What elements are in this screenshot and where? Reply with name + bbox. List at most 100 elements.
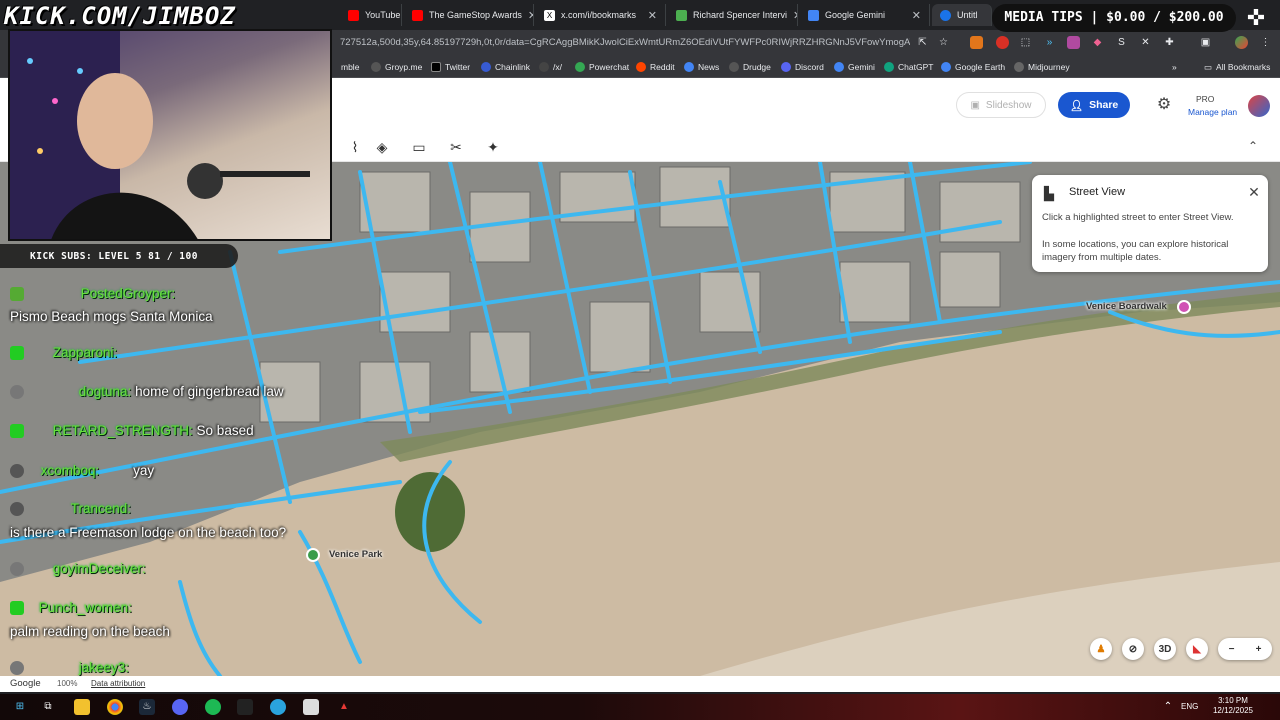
toggle-3d-button[interactable]: 3D [1154,638,1176,660]
kick-icon[interactable] [237,699,253,715]
tab-google-earth-active[interactable]: Untitl [932,4,992,26]
x-extension-icon[interactable]: ✕ [1139,36,1152,49]
close-icon[interactable]: ✕ [793,9,797,22]
bookmark-item[interactable]: ChatGPT [884,60,933,74]
extension-icon[interactable]: ⬚ [1019,36,1032,49]
bookmark-item[interactable]: Reddit [636,60,675,74]
close-icon[interactable]: ✕ [912,9,921,22]
extension-icon[interactable]: S [1115,36,1128,49]
file-explorer-icon[interactable] [74,699,90,715]
bookmark-item[interactable]: mble [341,60,359,74]
extension-icon[interactable]: ◆ [1091,36,1104,49]
share-button[interactable]: 👤︎ Share [1058,92,1130,118]
gemini-sparkle-icon[interactable]: ✦ [483,137,503,157]
bookmark-item[interactable]: Discord [781,60,824,74]
install-app-icon[interactable]: ⇱ [916,36,929,49]
chevron-up-icon[interactable]: ⌃ [1160,699,1176,715]
bookmark-item[interactable]: Midjourney [1014,60,1070,74]
tab-label: Google Gemini [825,10,886,20]
share-label: Share [1089,99,1119,111]
side-panel-icon[interactable]: ▣ [1199,36,1212,49]
menu-kebab-icon[interactable]: ⋮ [1259,36,1272,49]
tab-google-gemini[interactable]: Google Gemini ✕ [800,4,930,26]
language-indicator[interactable]: ENG [1181,702,1198,711]
all-bookmarks[interactable]: ▭ All Bookmarks [1204,60,1270,74]
drudge-icon [729,62,739,72]
steam-icon[interactable]: ♨ [139,699,155,715]
tab-richard-spencer[interactable]: Richard Spencer Intervi ✕ [668,4,798,26]
clock[interactable]: 3:10 PM 12/12/2025 [1208,696,1258,716]
bookmark-item[interactable]: Powerchat [575,60,629,74]
slideshow-button[interactable]: ▣ Slideshow [956,92,1046,118]
spotify-icon[interactable] [205,699,221,715]
extensions-puzzle-icon[interactable]: ✚ [1163,36,1176,49]
measure-ruler-icon[interactable]: ▭ [409,137,429,157]
windows-start-icon[interactable]: ⊞ [12,699,28,715]
chat-text: So based [196,423,254,438]
stream-url-logo: KICK.COM/JIMBOZ [4,2,236,30]
task-view-icon[interactable]: ⧉ [40,699,56,715]
app-icon[interactable]: ▲ [336,699,352,715]
chat-badge-icon [10,346,24,361]
bookmark-item[interactable]: Chainlink [481,60,530,74]
close-icon[interactable]: ✕ [1246,184,1262,200]
tab-label: x.com/i/bookmarks [561,10,637,20]
zoom-out-button[interactable]: − [1229,644,1235,655]
bookmarks-overflow-icon[interactable]: » [1172,60,1177,74]
url-field[interactable]: 727512a,500d,35y,64.85197729h,0t,0r/data… [340,34,910,52]
attraction-pin-icon[interactable] [1177,300,1191,314]
tab-youtube[interactable]: YouTube [340,4,402,26]
google-earth-icon [940,9,951,21]
bookmark-item[interactable]: Groyp.me [371,60,422,74]
park-pin-icon[interactable] [306,548,320,562]
path-tool-icon[interactable]: ⌇ [345,137,365,157]
bookmark-label: Gemini [848,62,875,72]
chat-message: goyimDeceiver: [10,561,146,577]
bookmark-item[interactable]: Drudge [729,60,771,74]
bookmark-item[interactable]: Twitter [431,60,470,74]
bookmark-label: Discord [795,62,824,72]
adblock-extension-icon[interactable] [996,36,1009,49]
chatgpt-icon [884,62,894,72]
chat-message: Punch_women: [10,600,132,616]
tab-gamestop-awards[interactable]: The GameStop Awards ✕ [404,4,534,26]
avatar[interactable] [1248,95,1270,117]
tab-x-bookmarks[interactable]: X x.com/i/bookmarks ✕ [536,4,666,26]
chrome-icon[interactable] [107,699,123,715]
metamask-extension-icon[interactable] [970,36,983,49]
chat-badge-icon [10,424,24,439]
zoom-control: − + [1218,638,1272,660]
extension-icon[interactable] [1067,36,1080,49]
compass-icon[interactable]: ◣ [1186,638,1208,660]
tab-label: The GameStop Awards [429,10,522,20]
profile-avatar-icon[interactable] [1235,36,1248,49]
manage-plan-link[interactable]: Manage plan [1188,107,1237,117]
data-attribution-link[interactable]: Data attribution [91,679,145,688]
chat-message: Trancend: [10,501,131,517]
bookmark-label: /x/ [553,62,562,72]
chevron-up-icon[interactable]: ⌃ [1244,137,1262,155]
bookmark-star-icon[interactable]: ☆ [937,36,950,49]
discord-icon[interactable] [172,699,188,715]
settings-gear-icon[interactable]: ⚙ [1155,96,1173,114]
app-icon[interactable] [303,699,319,715]
close-icon[interactable]: ✕ [648,9,657,22]
place-label-boardwalk[interactable]: Venice Boardwalk [1086,301,1167,312]
street-view-historical-hint: In some locations, you can explore histo… [1042,239,1229,263]
tools-icon[interactable]: ✂ [446,137,466,157]
pegman-icon[interactable]: ♟ [1090,638,1112,660]
close-icon[interactable]: ✕ [528,9,533,22]
bookmark-item[interactable]: Google Earth [941,60,1005,74]
google-logo: Google [10,678,41,689]
bookmark-item[interactable]: News [684,60,719,74]
bookmark-item[interactable]: /x/ [539,60,562,74]
place-label-park[interactable]: Venice Park [329,549,382,560]
bookmark-item[interactable]: Gemini [834,60,875,74]
layers-icon[interactable]: ◈ [372,137,392,157]
extension-icon[interactable]: » [1043,36,1056,49]
zoom-in-button[interactable]: + [1256,644,1262,655]
bookmark-label: Google Earth [955,62,1006,72]
telegram-icon[interactable] [270,699,286,715]
compass-reset-icon[interactable]: ⊘ [1122,638,1144,660]
gemini-icon [808,9,819,21]
